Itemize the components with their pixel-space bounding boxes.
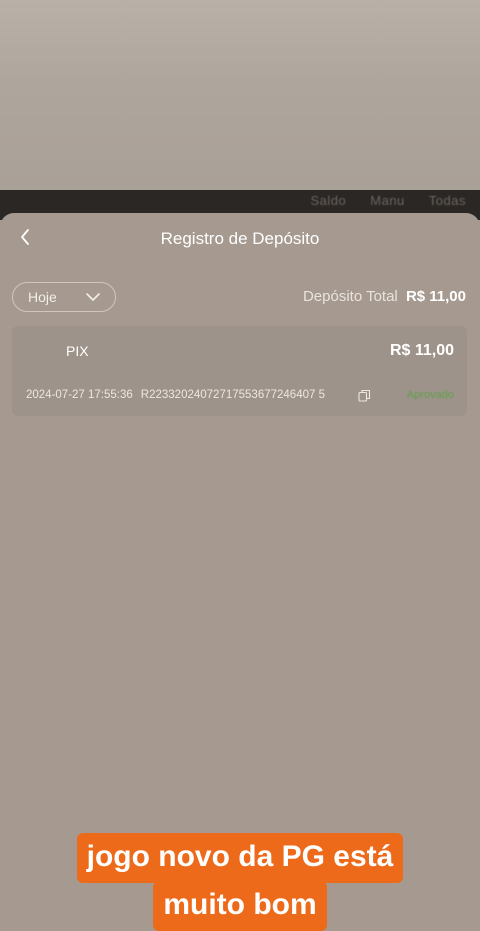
background-tab: Saldo [310,193,347,208]
deposit-total: Depósito Total R$ 11,00 [303,288,466,305]
caption-line-1: jogo novo da PG está [76,833,404,883]
sheet-header: Registro de Depósito [0,213,480,267]
deposit-amount: R$ 11,00 [389,342,454,359]
chevron-down-icon [86,293,100,301]
record-datetime: 2024-07-27 17:55:36 [26,389,133,401]
caption-line-2: muito bom [153,881,327,931]
order-id: R22332024072717553677246407 5 [140,389,325,401]
date-filter-dropdown[interactable]: Hoje [12,282,116,312]
deposit-total-label: Depósito Total [302,288,398,305]
background-tab: Todas [428,193,466,208]
date-filter-value: Hoje [28,289,57,305]
background-tab: Manu [370,193,405,208]
blurred-background [0,0,480,192]
page-title: Registro de Depósito [160,229,320,248]
copy-icon[interactable] [358,389,371,402]
payment-method: PIX [66,343,89,359]
status-badge: Aprovado [406,389,454,401]
deposit-record-card: PIX R$ 11,00 2024-07-27 17:55:36 R2233202… [12,326,467,416]
deposit-total-value: R$ 11,00 [405,288,466,305]
background-tab-labels: Saldo Manu Todas [311,193,466,208]
video-caption: jogo novo da PG está muito bom [0,833,480,931]
deposit-record-sheet: Registro de Depósito Hoje Depósito Total… [0,213,480,931]
record-meta: 2024-07-27 17:55:36 R22332024072717553677… [26,389,325,401]
